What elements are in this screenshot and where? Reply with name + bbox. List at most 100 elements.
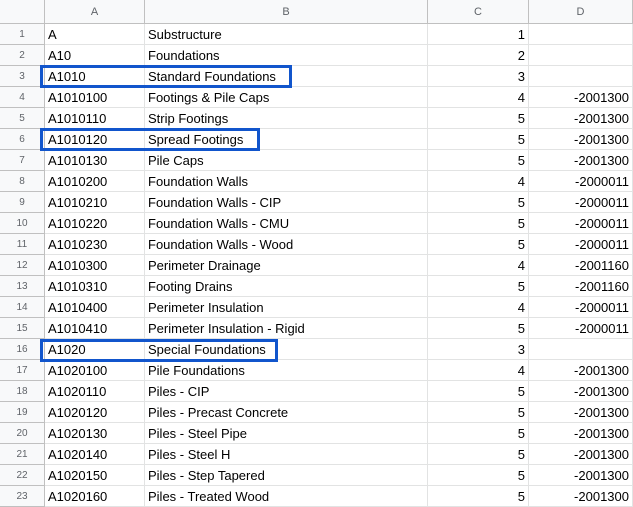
cell-reference[interactable]: -2001300 xyxy=(529,108,633,129)
cell-level[interactable]: 5 xyxy=(428,486,529,507)
cell-level[interactable]: 5 xyxy=(428,234,529,255)
row-number[interactable]: 15 xyxy=(0,318,45,339)
column-header-d[interactable]: D xyxy=(529,0,633,24)
row-number[interactable]: 16 xyxy=(0,339,45,360)
cell-description[interactable]: Foundation Walls - Wood xyxy=(145,234,428,255)
cell-description[interactable]: Piles - Steel Pipe xyxy=(145,423,428,444)
row-number[interactable]: 1 xyxy=(0,24,45,45)
cell-level[interactable]: 4 xyxy=(428,297,529,318)
cell-code[interactable]: A1010130 xyxy=(45,150,145,171)
cell-code[interactable]: A10 xyxy=(45,45,145,66)
cell-level[interactable]: 1 xyxy=(428,24,529,45)
row-number[interactable]: 9 xyxy=(0,192,45,213)
cell-level[interactable]: 5 xyxy=(428,381,529,402)
cell-level[interactable]: 5 xyxy=(428,192,529,213)
cell-code[interactable]: A1010410 xyxy=(45,318,145,339)
select-all-corner[interactable] xyxy=(0,0,45,24)
cell-code[interactable]: A1010310 xyxy=(45,276,145,297)
cell-code[interactable]: A1010300 xyxy=(45,255,145,276)
cell-code[interactable]: A xyxy=(45,24,145,45)
column-header-b[interactable]: B xyxy=(145,0,428,24)
cell-reference[interactable]: -2000011 xyxy=(529,234,633,255)
row-number[interactable]: 3 xyxy=(0,66,45,87)
cell-level[interactable]: 5 xyxy=(428,213,529,234)
cell-level[interactable]: 3 xyxy=(428,339,529,360)
cell-code[interactable]: A1010220 xyxy=(45,213,145,234)
cell-level[interactable]: 3 xyxy=(428,66,529,87)
cell-reference[interactable]: -2001300 xyxy=(529,402,633,423)
row-number[interactable]: 4 xyxy=(0,87,45,108)
cell-level[interactable]: 5 xyxy=(428,276,529,297)
cell-reference[interactable]: -2000011 xyxy=(529,192,633,213)
cell-description[interactable]: Pile Foundations xyxy=(145,360,428,381)
row-number[interactable]: 14 xyxy=(0,297,45,318)
row-number[interactable]: 13 xyxy=(0,276,45,297)
row-number[interactable]: 17 xyxy=(0,360,45,381)
cell-code[interactable]: A1010100 xyxy=(45,87,145,108)
row-number[interactable]: 21 xyxy=(0,444,45,465)
cell-level[interactable]: 4 xyxy=(428,360,529,381)
cell-description[interactable]: Perimeter Insulation - Rigid xyxy=(145,318,428,339)
cell-description[interactable]: Strip Footings xyxy=(145,108,428,129)
cell-code[interactable]: A1020110 xyxy=(45,381,145,402)
row-number[interactable]: 22 xyxy=(0,465,45,486)
cell-description[interactable]: Foundation Walls - CIP xyxy=(145,192,428,213)
cell-reference[interactable]: -2000011 xyxy=(529,171,633,192)
cell-description[interactable]: Footings & Pile Caps xyxy=(145,87,428,108)
cell-level[interactable]: 5 xyxy=(428,150,529,171)
row-number[interactable]: 8 xyxy=(0,171,45,192)
cell-reference[interactable]: -2001300 xyxy=(529,486,633,507)
row-number[interactable]: 7 xyxy=(0,150,45,171)
row-number[interactable]: 23 xyxy=(0,486,45,507)
cell-description[interactable]: Substructure xyxy=(145,24,428,45)
cell-level[interactable]: 5 xyxy=(428,465,529,486)
cell-reference[interactable]: -2001300 xyxy=(529,381,633,402)
cell-description[interactable]: Pile Caps xyxy=(145,150,428,171)
cell-level[interactable]: 5 xyxy=(428,444,529,465)
cell-code[interactable]: A1020140 xyxy=(45,444,145,465)
cell-level[interactable]: 5 xyxy=(428,318,529,339)
cell-reference[interactable]: -2001300 xyxy=(529,360,633,381)
cell-description[interactable]: Piles - Steel H xyxy=(145,444,428,465)
cell-description[interactable]: Foundation Walls - CMU xyxy=(145,213,428,234)
cell-description[interactable]: Piles - Precast Concrete xyxy=(145,402,428,423)
cell-reference[interactable]: -2001160 xyxy=(529,255,633,276)
row-number[interactable]: 20 xyxy=(0,423,45,444)
cell-reference[interactable]: -2001300 xyxy=(529,87,633,108)
cell-description[interactable]: Standard Foundations xyxy=(145,66,428,87)
cell-level[interactable]: 2 xyxy=(428,45,529,66)
cell-reference[interactable]: -2001160 xyxy=(529,276,633,297)
cell-reference[interactable] xyxy=(529,66,633,87)
cell-description[interactable]: Foundation Walls xyxy=(145,171,428,192)
cell-code[interactable]: A1020100 xyxy=(45,360,145,381)
cell-code[interactable]: A1010230 xyxy=(45,234,145,255)
cell-code[interactable]: A1010400 xyxy=(45,297,145,318)
cell-description[interactable]: Perimeter Insulation xyxy=(145,297,428,318)
row-number[interactable]: 10 xyxy=(0,213,45,234)
cell-reference[interactable]: -2001300 xyxy=(529,444,633,465)
cell-level[interactable]: 5 xyxy=(428,423,529,444)
cell-code[interactable]: A1020120 xyxy=(45,402,145,423)
cell-level[interactable]: 4 xyxy=(428,171,529,192)
cell-description[interactable]: Perimeter Drainage xyxy=(145,255,428,276)
cell-reference[interactable] xyxy=(529,24,633,45)
row-number[interactable]: 6 xyxy=(0,129,45,150)
cell-code[interactable]: A1020 xyxy=(45,339,145,360)
cell-reference[interactable]: -2000011 xyxy=(529,213,633,234)
row-number[interactable]: 2 xyxy=(0,45,45,66)
row-number[interactable]: 11 xyxy=(0,234,45,255)
cell-level[interactable]: 5 xyxy=(428,129,529,150)
cell-reference[interactable] xyxy=(529,45,633,66)
row-number[interactable]: 12 xyxy=(0,255,45,276)
cell-reference[interactable] xyxy=(529,339,633,360)
cell-reference[interactable]: -2001300 xyxy=(529,465,633,486)
cell-description[interactable]: Foundations xyxy=(145,45,428,66)
row-number[interactable]: 19 xyxy=(0,402,45,423)
cell-level[interactable]: 5 xyxy=(428,402,529,423)
cell-reference[interactable]: -2001300 xyxy=(529,129,633,150)
cell-description[interactable]: Piles - Step Tapered xyxy=(145,465,428,486)
cell-code[interactable]: A1010200 xyxy=(45,171,145,192)
cell-description[interactable]: Footing Drains xyxy=(145,276,428,297)
cell-code[interactable]: A1020150 xyxy=(45,465,145,486)
cell-reference[interactable]: -2000011 xyxy=(529,318,633,339)
